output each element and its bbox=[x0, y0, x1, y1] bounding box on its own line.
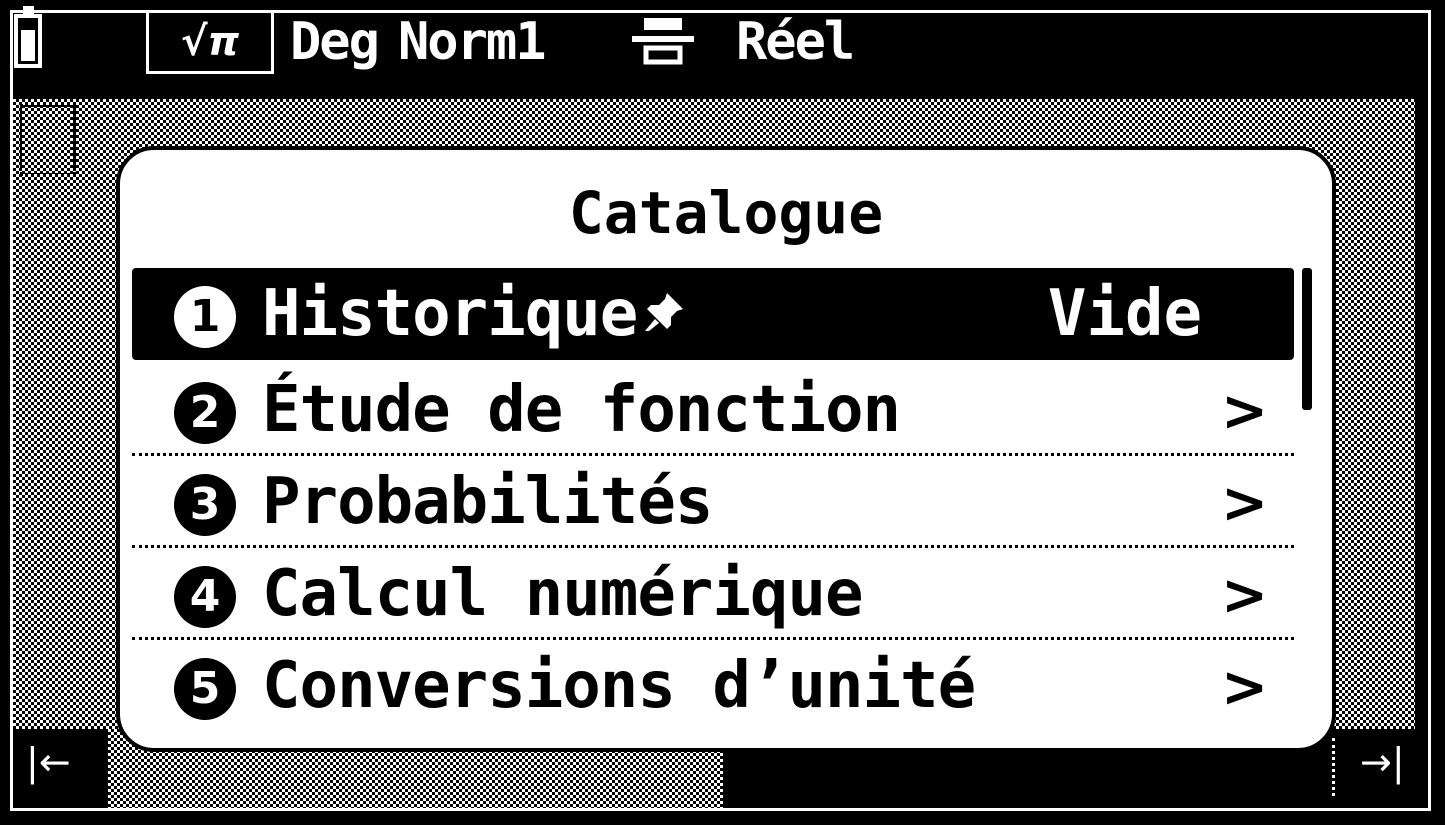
item-number-badge: 1 bbox=[174, 286, 236, 348]
pin-icon bbox=[645, 293, 684, 332]
chevron-right-icon: > bbox=[1221, 379, 1268, 444]
catalogue-item-conversions-unite[interactable]: 5 Conversions d’unité > bbox=[132, 640, 1294, 732]
item-number-badge: 2 bbox=[174, 382, 236, 444]
catalogue-dialog: Catalogue 1 Historique Vide 2 Étude de f… bbox=[116, 146, 1336, 752]
catalogue-item-etude-de-fonction[interactable]: 2 Étude de fonction > bbox=[132, 364, 1294, 456]
chevron-right-icon: > bbox=[1221, 471, 1268, 536]
item-number-badge: 3 bbox=[174, 474, 236, 536]
item-value: Vide bbox=[1047, 277, 1202, 351]
item-label: Conversions d’unité bbox=[262, 649, 976, 723]
item-number-badge: 5 bbox=[174, 658, 236, 720]
item-label: Probabilités bbox=[262, 465, 713, 539]
item-number-badge: 4 bbox=[174, 566, 236, 628]
item-label-text: Historique bbox=[262, 277, 638, 351]
catalogue-item-historique[interactable]: 1 Historique Vide bbox=[132, 268, 1294, 360]
item-label: Étude de fonction bbox=[262, 373, 901, 447]
catalogue-item-calcul-numerique[interactable]: 4 Calcul numérique > bbox=[132, 548, 1294, 640]
scrollbar[interactable] bbox=[1302, 268, 1312, 410]
item-label: Historique bbox=[262, 276, 687, 352]
calculator-screen: √π Deg Norm1 Réel |← →| Catalogue 1 Hist… bbox=[0, 0, 1445, 825]
chevron-right-icon: > bbox=[1221, 655, 1268, 720]
item-label: Calcul numérique bbox=[262, 557, 863, 631]
catalogue-item-probabilites[interactable]: 3 Probabilités > bbox=[132, 456, 1294, 548]
chevron-right-icon: > bbox=[1221, 563, 1268, 628]
dialog-title: Catalogue bbox=[568, 179, 884, 247]
